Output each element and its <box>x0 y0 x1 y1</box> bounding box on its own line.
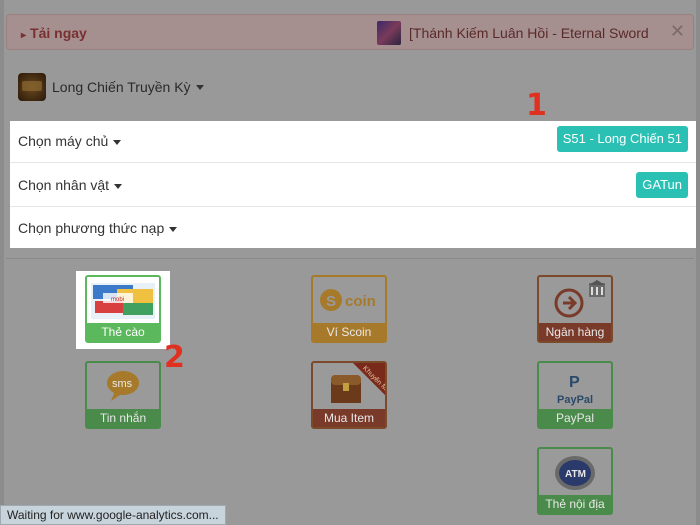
bank-icon <box>539 277 611 323</box>
payment-label: Tin nhắn <box>87 409 159 427</box>
payment-tile-item[interactable]: Khuyến Mãi Mua Item <box>311 361 394 429</box>
atm-icon-text: ATM <box>565 469 586 480</box>
game-selector[interactable]: Long Chiến Truyền Kỳ <box>18 72 204 102</box>
banner-game-link[interactable]: [Thánh Kiếm Luân Hồi - Eternal Sword <box>377 21 649 45</box>
scoin-icon-text: coin <box>345 293 376 310</box>
method-row: Chọn phương thức nạp <box>10 207 696 248</box>
scoin-icon: S coin <box>313 277 385 323</box>
caret-down-icon <box>113 139 122 145</box>
download-link[interactable]: ▸ Tải ngay <box>21 25 87 41</box>
payment-label: PayPal <box>539 409 611 427</box>
payment-label: Thẻ nội địa <box>539 495 611 513</box>
close-icon[interactable]: ✕ <box>670 21 685 42</box>
server-dropdown[interactable]: Chọn máy chủ <box>18 133 122 149</box>
paypal-icon: P PayPal <box>539 363 611 409</box>
payment-method-dropdown[interactable]: Chọn phương thức nạp <box>18 220 178 236</box>
treasure-chest-icon: Khuyến Mãi <box>313 363 394 409</box>
browser-status-bar: Waiting for www.google-analytics.com... <box>0 505 226 525</box>
payment-tile-scoin[interactable]: S coin Ví Scoin <box>311 275 387 343</box>
payment-label: Thẻ cào <box>87 323 159 341</box>
payment-label: Ví Scoin <box>313 323 385 341</box>
selection-panel: Chọn máy chủ S51 - Long Chiến 51 Chọn nh… <box>10 121 696 248</box>
character-row: Chọn nhân vật GATun <box>10 163 696 207</box>
banner-game-title: [Thánh Kiếm Luân Hồi - Eternal Sword <box>409 25 649 41</box>
sms-icon: sms <box>87 363 159 409</box>
caret-down-icon <box>114 183 123 189</box>
caret-down-icon <box>195 84 204 90</box>
step-number-1: 1 <box>526 88 547 123</box>
scratch-card-icon: mobi <box>87 277 159 323</box>
character-dropdown[interactable]: Chọn nhân vật <box>18 177 123 193</box>
paypal-icon-text: PayPal <box>557 394 593 406</box>
svg-text:mobi: mobi <box>111 297 124 303</box>
game-logo <box>18 73 46 101</box>
sms-icon-text: sms <box>112 378 133 390</box>
payment-tile-domestic-card[interactable]: ATM Thẻ nội địa <box>537 447 613 515</box>
caret-down-icon <box>169 226 178 232</box>
character-label: Chọn nhân vật <box>18 177 110 193</box>
download-banner: ▸ Tải ngay [Thánh Kiếm Luân Hồi - Eternal… <box>6 14 694 50</box>
server-label: Chọn máy chủ <box>18 133 109 149</box>
atm-card-icon: ATM <box>539 449 611 495</box>
character-value-button[interactable]: GATun <box>636 172 688 198</box>
step-number-2: 2 <box>164 340 185 375</box>
svg-text:P: P <box>569 374 580 391</box>
payment-tile-paypal[interactable]: P PayPal PayPal <box>537 361 613 429</box>
payment-tile-sms[interactable]: sms Tin nhắn <box>85 361 161 429</box>
payment-tile-scratch-card[interactable]: mobi Thẻ cào <box>85 275 161 343</box>
game-thumbnail <box>377 21 401 45</box>
payment-method-label: Chọn phương thức nạp <box>18 220 165 236</box>
payment-label: Mua Item <box>313 409 385 427</box>
svg-text:S: S <box>326 293 336 310</box>
triangle-right-icon: ▸ <box>21 30 27 41</box>
game-name: Long Chiến Truyền Kỳ <box>52 79 191 95</box>
payment-label: Ngân hàng <box>539 323 611 341</box>
payment-tile-bank[interactable]: Ngân hàng <box>537 275 613 343</box>
server-value-button[interactable]: S51 - Long Chiến 51 <box>556 126 688 152</box>
server-row: Chọn máy chủ S51 - Long Chiến 51 <box>10 121 696 163</box>
download-label: Tải ngay <box>30 25 87 41</box>
